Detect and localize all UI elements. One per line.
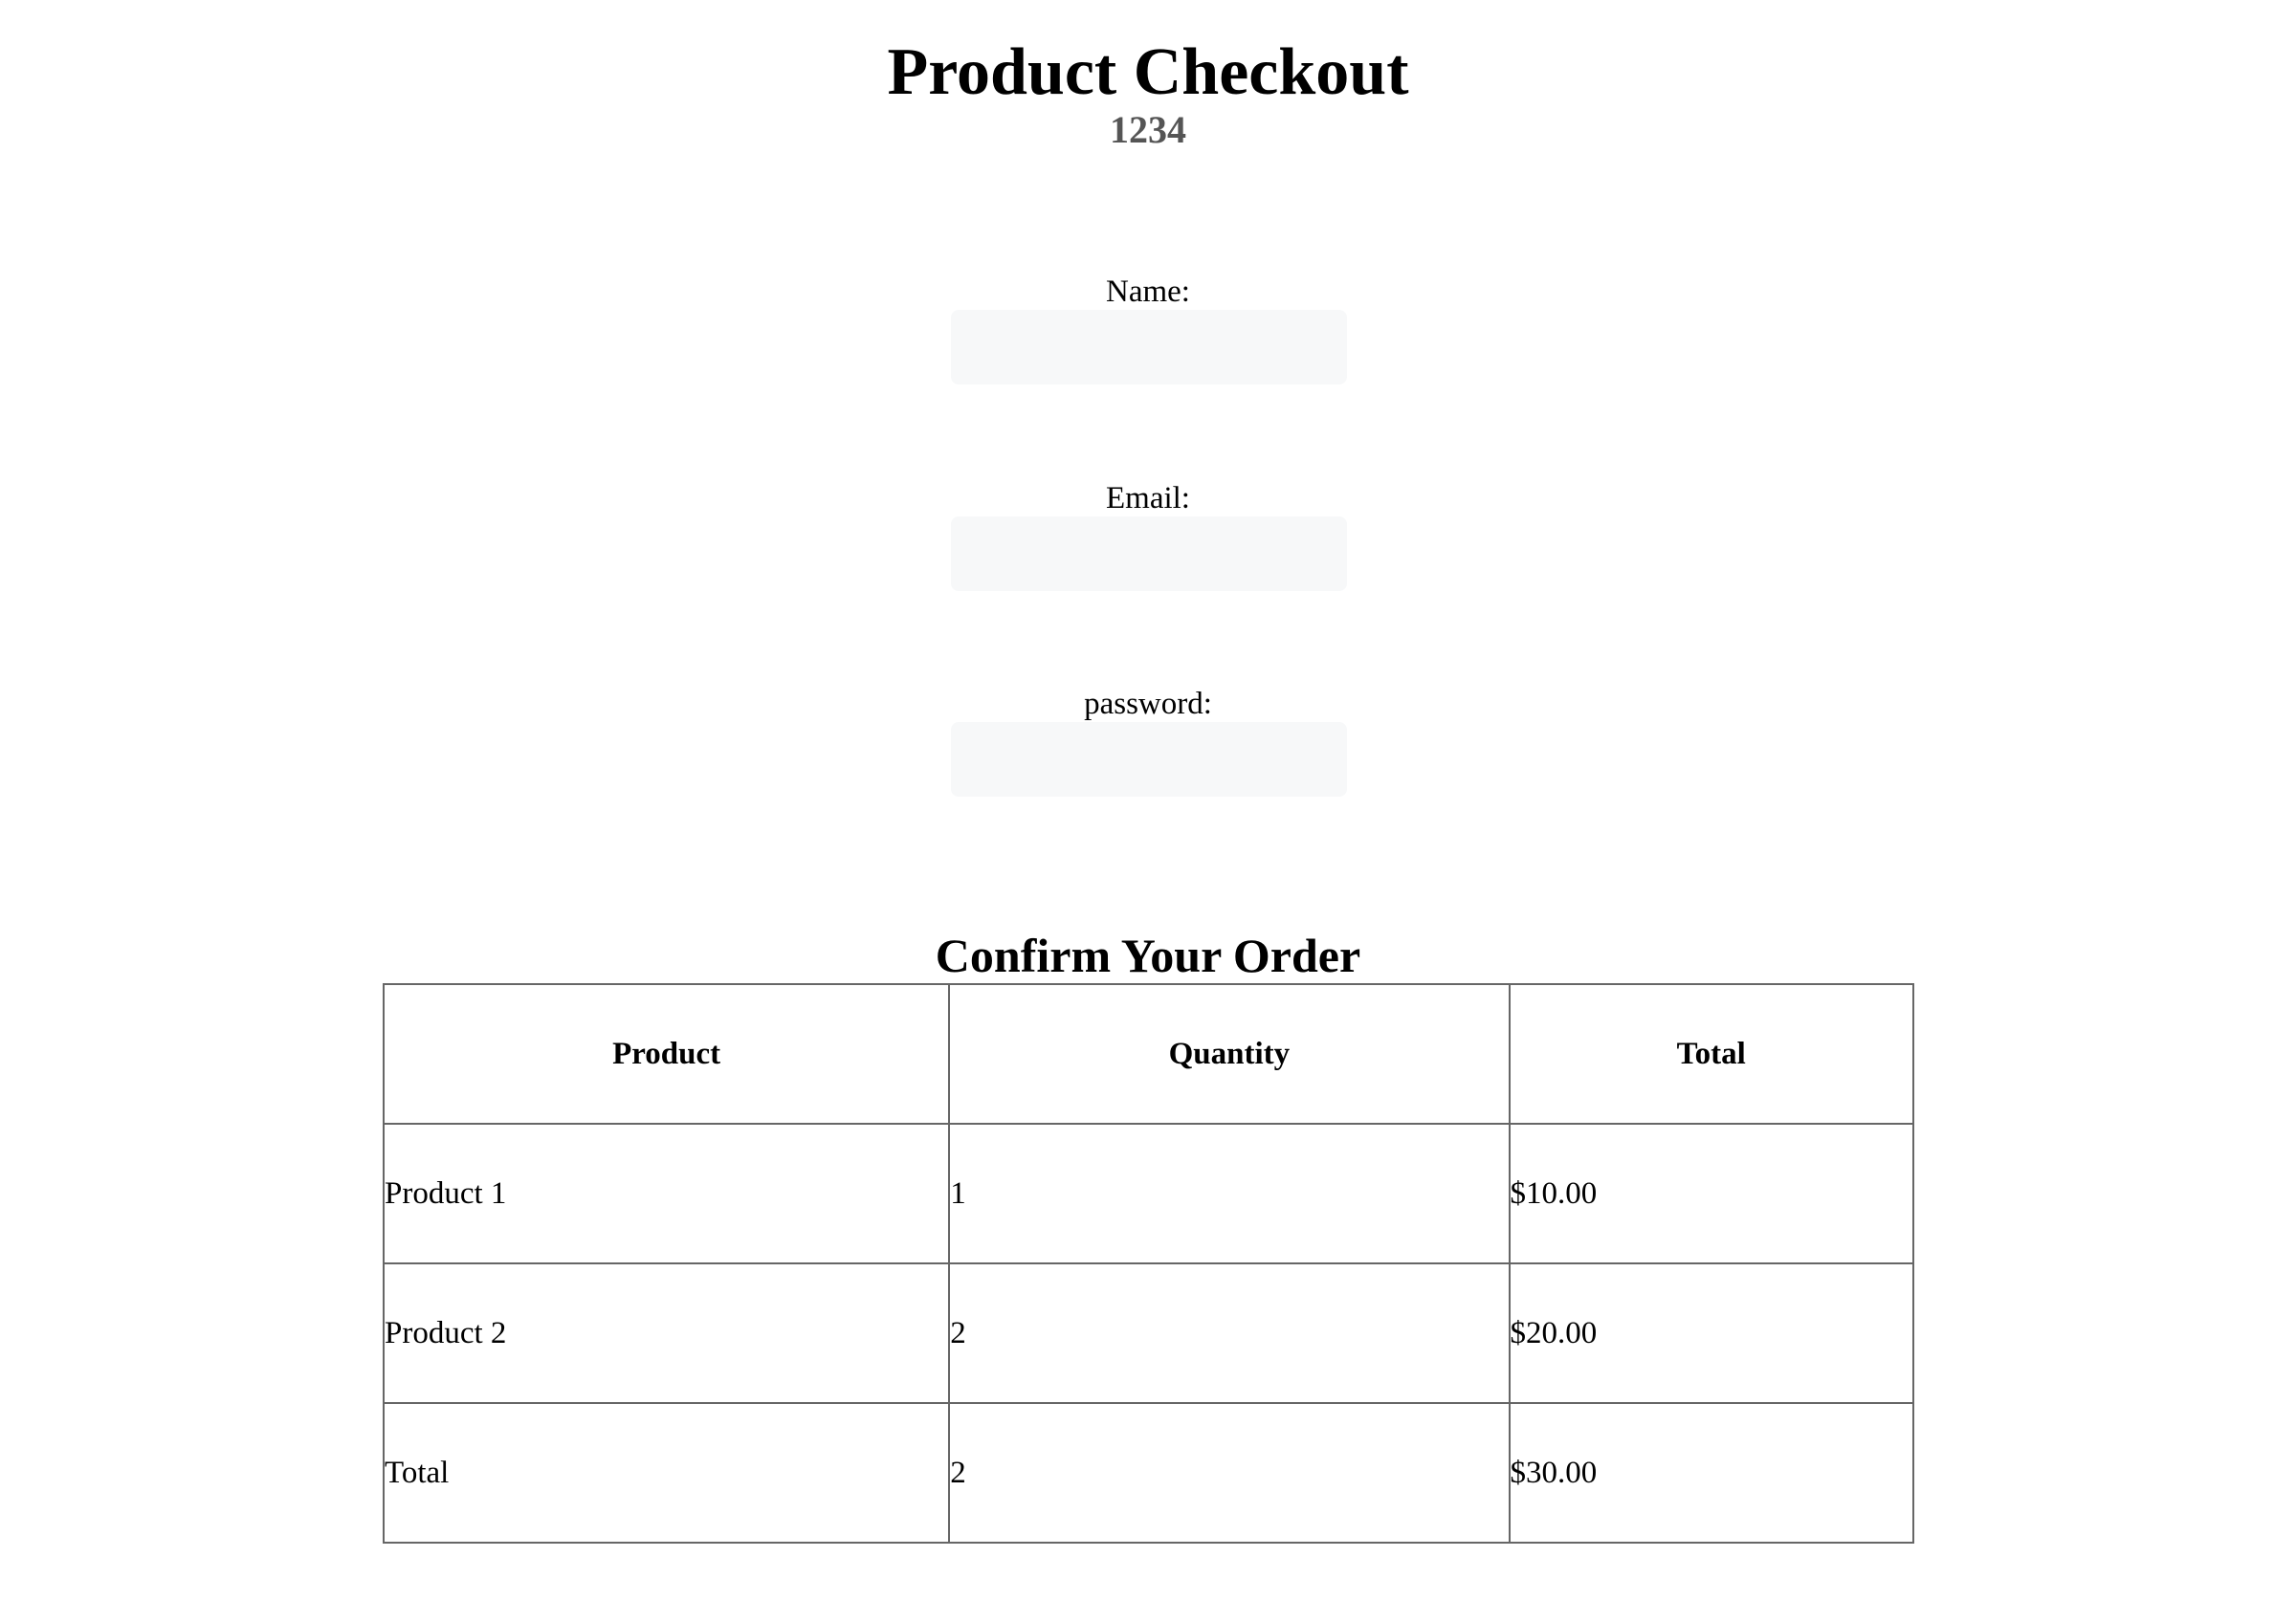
column-header-quantity: Quantity [948, 983, 1511, 1125]
cell-product: Product 2 [382, 1262, 951, 1404]
cell-total: $20.00 [1508, 1262, 1914, 1404]
table-header-row: Product Quantity Total [382, 983, 1914, 1125]
table-row: Product 1 1 $10.00 [382, 1123, 1914, 1264]
password-field[interactable] [951, 722, 1347, 797]
order-table: Product Quantity Total Product 1 1 $10.0… [382, 983, 1914, 1544]
confirm-order-heading: Confirm Your Order [935, 929, 1361, 982]
cell-quantity: 1 [948, 1123, 1511, 1264]
password-label: password: [1084, 687, 1212, 721]
cell-total: $10.00 [1508, 1123, 1914, 1264]
column-header-product: Product [382, 983, 951, 1125]
cell-quantity: 2 [948, 1262, 1511, 1404]
page-title: Product Checkout [887, 35, 1409, 109]
column-header-total: Total [1508, 983, 1914, 1125]
email-label: Email: [1106, 481, 1190, 515]
cell-quantity: 2 [948, 1402, 1511, 1544]
table-row-total: Total 2 $30.00 [382, 1402, 1914, 1544]
cell-product: Total [382, 1402, 951, 1544]
table-row: Product 2 2 $20.00 [382, 1262, 1914, 1404]
cell-total: $30.00 [1508, 1402, 1914, 1544]
email-field[interactable] [951, 516, 1347, 591]
name-field[interactable] [951, 310, 1347, 384]
name-label: Name: [1106, 274, 1190, 309]
cell-product: Product 1 [382, 1123, 951, 1264]
page-subtitle: 1234 [1110, 108, 1186, 151]
